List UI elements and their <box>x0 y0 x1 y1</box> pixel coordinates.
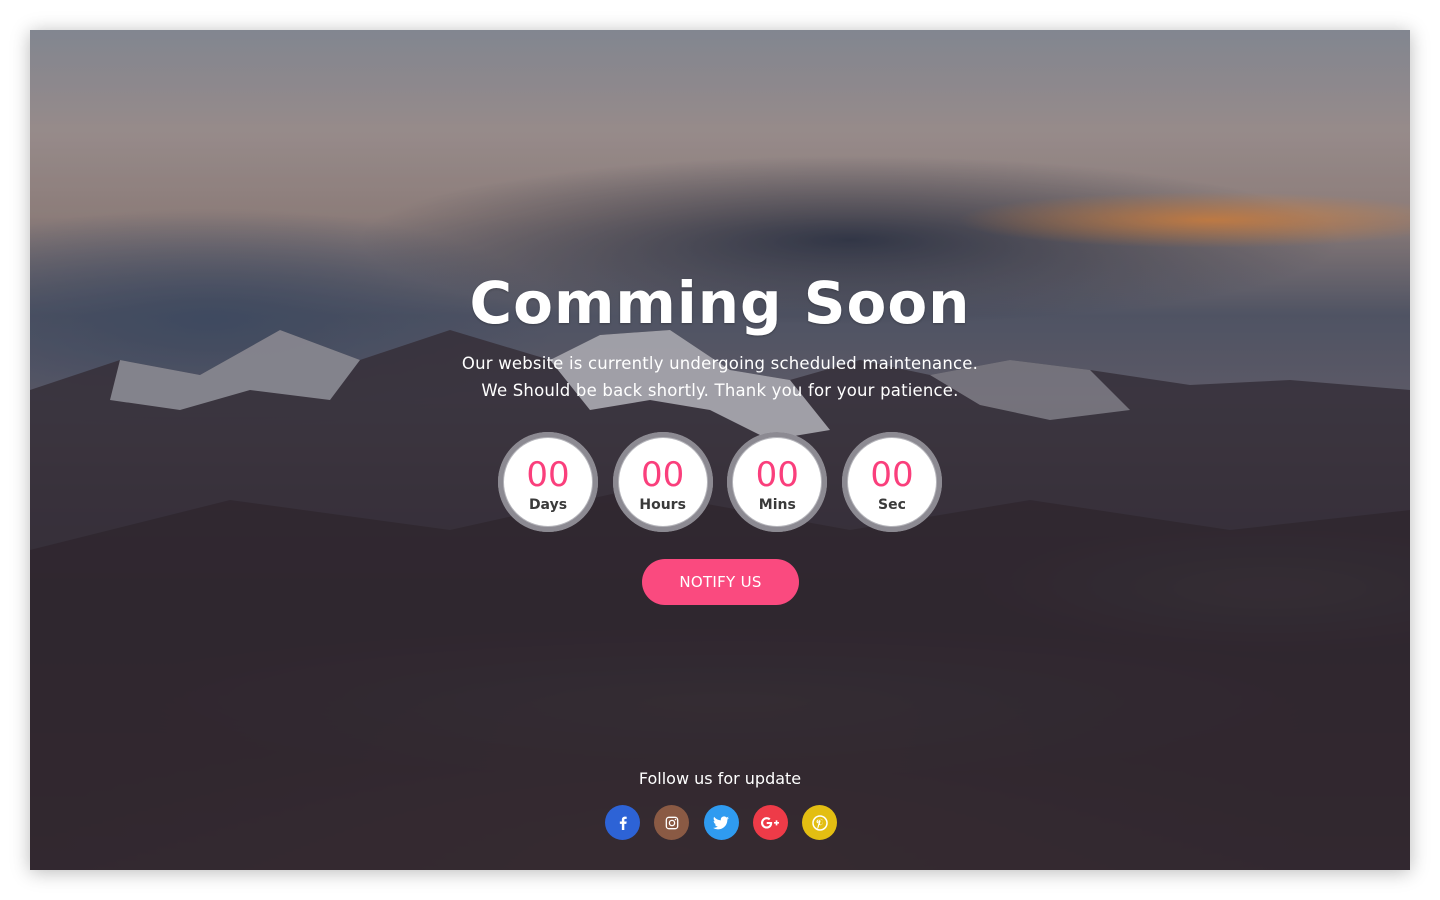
days-value: 00 <box>526 454 570 495</box>
maintenance-message: Our website is currently undergoing sche… <box>30 350 1410 404</box>
countdown-timer: 00 Days 00 Hours 00 Mins 00 Sec <box>498 432 942 532</box>
google-plus-link[interactable] <box>752 805 788 840</box>
days-label: Days <box>528 496 568 513</box>
notify-us-button[interactable]: NOTIFY US <box>642 559 799 605</box>
follow-text: Follow us for update <box>638 769 802 788</box>
facebook-link[interactable] <box>605 805 640 840</box>
message-line-1: Our website is currently undergoing sche… <box>461 354 979 373</box>
pinterest-link[interactable] <box>802 805 837 840</box>
social-links <box>605 805 837 840</box>
hours-label: Hours <box>639 496 686 513</box>
mins-value: 00 <box>755 454 799 495</box>
facebook-icon <box>619 816 627 830</box>
hours-value: 00 <box>641 454 685 495</box>
google-plus-icon <box>761 816 780 829</box>
twitter-icon <box>713 815 729 829</box>
coming-soon-section: Comming Soon Our website is currently un… <box>30 30 1410 870</box>
sec-value: 00 <box>870 454 914 495</box>
page-title: Comming Soon <box>469 269 971 337</box>
twitter-link[interactable] <box>703 805 739 840</box>
countdown-sec: 00 Sec <box>841 432 942 532</box>
sec-label: Sec <box>878 496 906 513</box>
message-line-2: We Should be back shortly. Thank you for… <box>481 381 959 400</box>
instagram-icon <box>665 816 679 829</box>
countdown-hours: 00 Hours <box>612 432 713 532</box>
mins-label: Mins <box>758 496 796 513</box>
pinterest-icon <box>811 814 828 831</box>
instagram-link[interactable] <box>654 805 690 840</box>
countdown-mins: 00 Mins <box>727 432 828 532</box>
countdown-days: 00 Days <box>498 432 598 532</box>
page-frame: Comming Soon Our website is currently un… <box>30 30 1410 870</box>
